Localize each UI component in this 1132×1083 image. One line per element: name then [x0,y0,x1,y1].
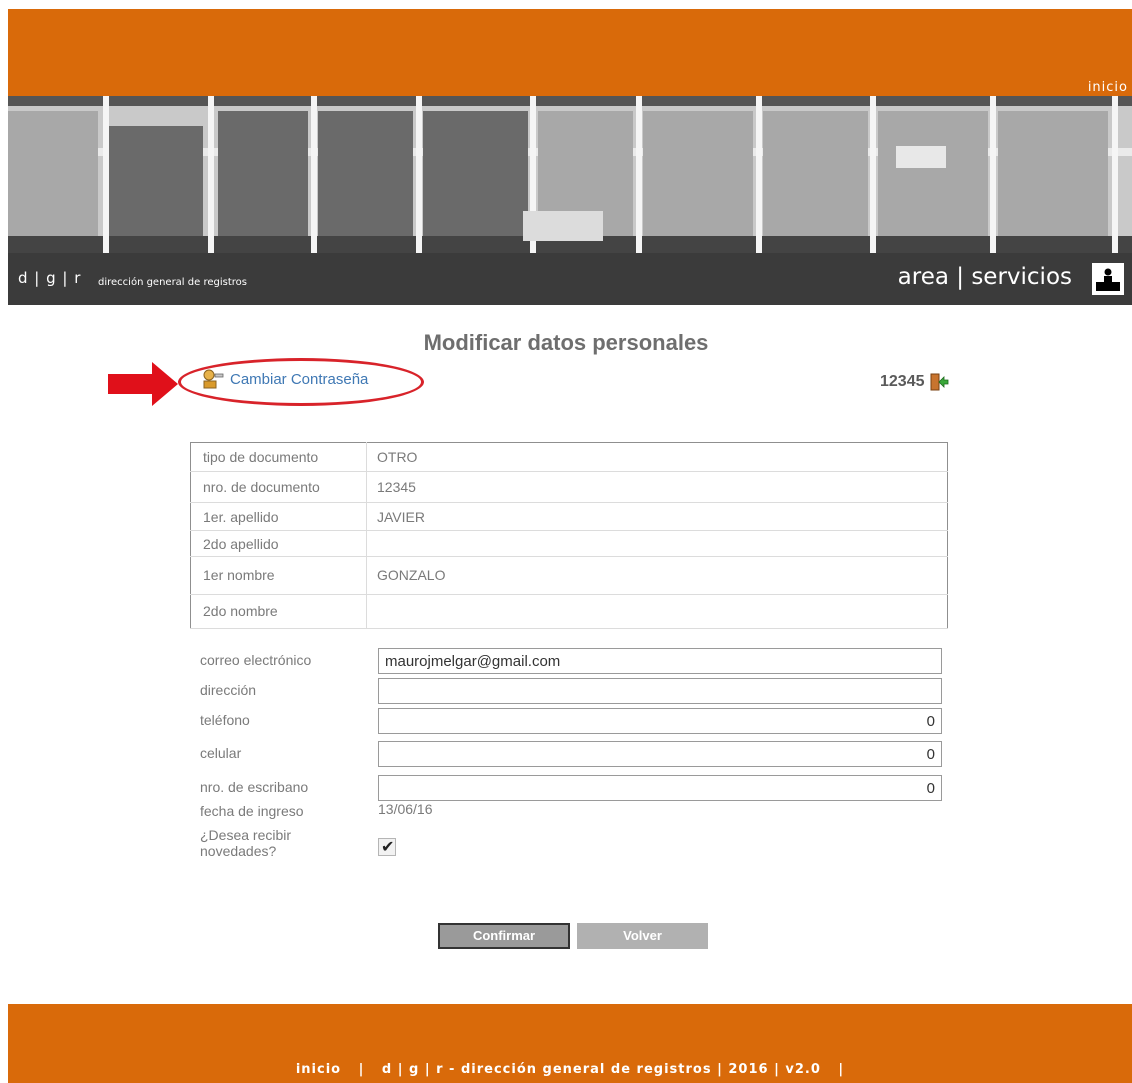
building-banner-image [8,96,1132,253]
mobile-row: celular [200,741,942,775]
newsletter-checkbox[interactable]: ✔ [378,838,396,856]
document-info-table: tipo de documento OTRO nro. de documento… [190,442,948,630]
mobile-field[interactable] [378,741,942,767]
notary-field[interactable] [378,775,942,801]
key-user-icon [200,368,224,390]
confirm-button[interactable]: Confirmar [438,923,570,949]
personal-data-form: correo electrónico dirección teléfono ce… [200,648,942,865]
entry-date-label: fecha de ingreso [200,803,304,819]
inicio-link[interactable]: inicio [1088,80,1128,95]
table-row: tipo de documento OTRO [190,442,948,473]
notary-row: nro. de escribano [200,775,942,803]
logout-door-icon[interactable] [929,372,949,392]
row-label: nro. de documento [190,471,367,504]
footer-inicio-link[interactable]: inicio [296,1062,341,1077]
row-label: 2do nombre [190,594,367,630]
user-desk-icon [1092,263,1124,295]
row-value: OTRO [366,442,948,473]
row-value: 12345 [366,471,948,504]
footer-text: inicio | d | g | r - dirección general d… [8,1062,1132,1077]
address-field[interactable] [378,678,942,704]
notary-label: nro. de escribano [200,779,309,795]
footer-bar: inicio | d | g | r - dirección general d… [8,1004,1132,1083]
top-header-bar: inicio [8,9,1132,96]
phone-label: teléfono [200,712,250,728]
email-field[interactable] [378,648,942,674]
user-id-value: 12345 [880,373,925,390]
email-row: correo electrónico [200,648,942,678]
checkmark-icon: ✔ [381,839,395,856]
address-row: dirección [200,678,942,708]
row-label: 1er. apellido [190,502,367,532]
table-row: 1er nombre GONZALO [190,556,948,595]
change-password-link[interactable]: Cambiar Contraseña [200,368,368,390]
entry-date-value: 13/06/16 [378,801,433,817]
phone-field[interactable] [378,708,942,734]
row-label: 1er nombre [190,556,367,595]
address-label: dirección [200,682,257,698]
row-value [366,594,948,630]
table-row: 1er. apellido JAVIER [190,502,948,532]
page-title: Modificar datos personales [423,330,709,355]
mobile-label: celular [200,745,242,761]
dgr-subtitle: dirección general de registros [98,277,247,288]
newsletter-row: ¿Desea recibir novedades? [200,825,942,865]
table-row: 2do apellido [190,530,948,557]
row-value: JAVIER [366,502,948,532]
entry-date-row: fecha de ingreso 13/06/16 [200,801,942,825]
table-row: nro. de documento 12345 [190,471,948,504]
row-value: GONZALO [366,556,948,595]
change-password-label: Cambiar Contraseña [230,370,369,388]
nav-bar: d | g | r dirección general de registros… [8,253,1132,305]
back-button[interactable]: Volver [577,923,708,949]
dgr-logo-text[interactable]: d | g | r [18,269,81,287]
email-label: correo electrónico [200,652,312,668]
row-label: 2do apellido [190,530,367,557]
table-row: 2do nombre [190,594,948,630]
area-servicios-title: area | servicios [897,264,1072,290]
footer-trailing-separator: | [838,1062,845,1077]
phone-row: teléfono [200,708,942,741]
row-label: tipo de documento [190,442,367,473]
newsletter-label: ¿Desea recibir novedades? [200,827,292,859]
footer-info: d | g | r - dirección general de registr… [381,1062,821,1077]
row-value [366,530,948,557]
footer-separator: | [358,1062,365,1077]
red-arrow-annotation-icon [108,362,178,406]
user-id-display: 12345 [880,372,949,392]
